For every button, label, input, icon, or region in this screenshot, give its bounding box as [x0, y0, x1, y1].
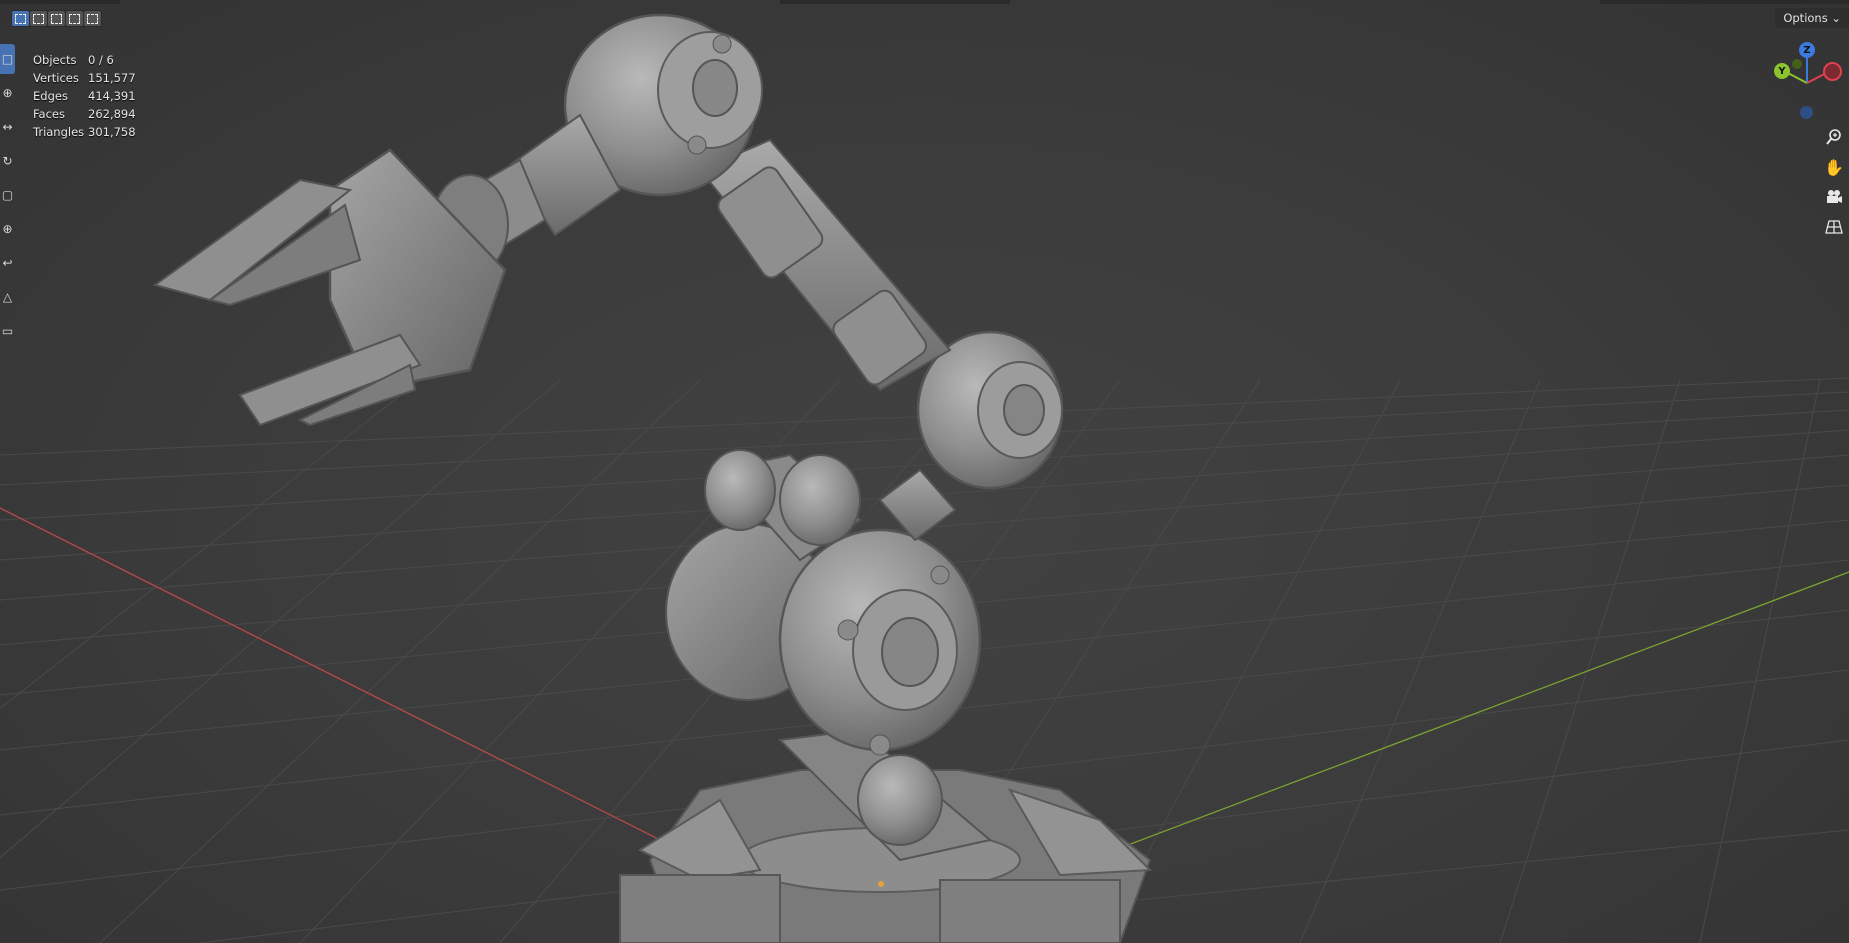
stat-row-faces: Faces 262,894: [33, 105, 136, 123]
robot-upper-arm: [698, 138, 952, 392]
select-subtract-button[interactable]: [48, 11, 65, 26]
stat-label: Vertices: [33, 71, 79, 85]
measure-icon: △: [2, 290, 13, 304]
stat-row-objects: Objects 0 / 6: [33, 51, 136, 69]
scale-icon: ▢: [1, 188, 14, 202]
cube-icon: ▭: [1, 324, 14, 338]
add-cube-tool[interactable]: ▭: [0, 316, 15, 346]
move-icon: ↔: [2, 120, 13, 134]
zoom-button[interactable]: [1821, 124, 1847, 150]
options-dropdown[interactable]: Options ⌄: [1775, 8, 1849, 28]
scene-statistics: Objects 0 / 6 Vertices 151,577 Edges 414,39…: [33, 51, 136, 141]
grid-perspective-icon: [1825, 220, 1843, 234]
gizmo-y-label: Y: [1778, 65, 1786, 77]
camera-icon: [1827, 190, 1842, 203]
options-label: Options: [1783, 11, 1828, 25]
y-axis-line: [1119, 571, 1849, 849]
hand-icon: ✋: [1824, 157, 1844, 177]
annotate-icon: ↩: [2, 256, 13, 270]
gizmo-z-label: Z: [1803, 44, 1811, 56]
stat-value: 0 / 6: [88, 53, 114, 67]
perspective-toggle-button[interactable]: [1821, 214, 1847, 240]
header-strip: [780, 0, 1010, 4]
3d-viewport[interactable]: Options ⌄ □ ⊕ ↔ ↻ ▢ ⊕ ↩ △ ▭ Objects 0 / 6…: [0, 0, 1849, 943]
magnifier-zoom-icon: [1826, 129, 1841, 145]
stat-label: Objects: [33, 53, 77, 67]
stat-label: Edges: [33, 89, 68, 103]
gizmo-x-axis[interactable]: [1823, 62, 1842, 81]
stat-value: 414,391: [88, 89, 136, 103]
dashed-box-icon: □: [1, 52, 14, 66]
header-strip: [0, 0, 120, 4]
cursor-tool[interactable]: ⊕: [0, 78, 15, 108]
gizmo-neg-y-axis[interactable]: [1792, 59, 1802, 69]
chevron-down-icon: ⌄: [1831, 11, 1841, 25]
select-intersect-button[interactable]: [84, 11, 101, 26]
gizmo-y-axis[interactable]: Y: [1774, 63, 1790, 79]
rotate-icon: ↻: [2, 154, 13, 168]
stat-label: Triangles: [33, 125, 85, 139]
transform-tool[interactable]: ⊕: [0, 214, 15, 244]
move-tool[interactable]: ↔: [0, 112, 15, 142]
measure-tool[interactable]: △: [0, 282, 15, 312]
tool-shelf: □ ⊕ ↔ ↻ ▢ ⊕ ↩ △ ▭: [0, 44, 15, 350]
header-strip: [1600, 0, 1849, 4]
navigation-gizmo[interactable]: Z Y: [1770, 38, 1849, 123]
gizmo-z-axis[interactable]: Z: [1799, 42, 1815, 58]
gizmo-neg-z-axis[interactable]: [1800, 106, 1813, 119]
scene-render: [0, 13, 1849, 943]
pan-button[interactable]: ✋: [1821, 154, 1847, 180]
select-box-tool[interactable]: □: [0, 44, 15, 74]
stat-row-vertices: Vertices 151,577: [33, 69, 136, 87]
stat-value: 262,894: [88, 107, 136, 121]
x-axis-line: [0, 507, 701, 861]
rotate-tool[interactable]: ↻: [0, 146, 15, 176]
stat-value: 151,577: [88, 71, 136, 85]
stat-row-edges: Edges 414,391: [33, 87, 136, 105]
camera-view-button[interactable]: [1821, 184, 1847, 210]
stat-value: 301,758: [88, 125, 136, 139]
select-extend-button[interactable]: [30, 11, 47, 26]
stat-label: Faces: [33, 107, 65, 121]
transform-icon: ⊕: [2, 222, 13, 236]
stat-row-triangles: Triangles 301,758: [33, 123, 136, 141]
scale-tool[interactable]: ▢: [0, 180, 15, 210]
select-invert-button[interactable]: [66, 11, 83, 26]
cursor-icon: ⊕: [2, 86, 13, 100]
selection-mode-group: [11, 10, 102, 27]
select-new-button[interactable]: [12, 11, 29, 26]
annotate-tool[interactable]: ↩: [0, 248, 15, 278]
